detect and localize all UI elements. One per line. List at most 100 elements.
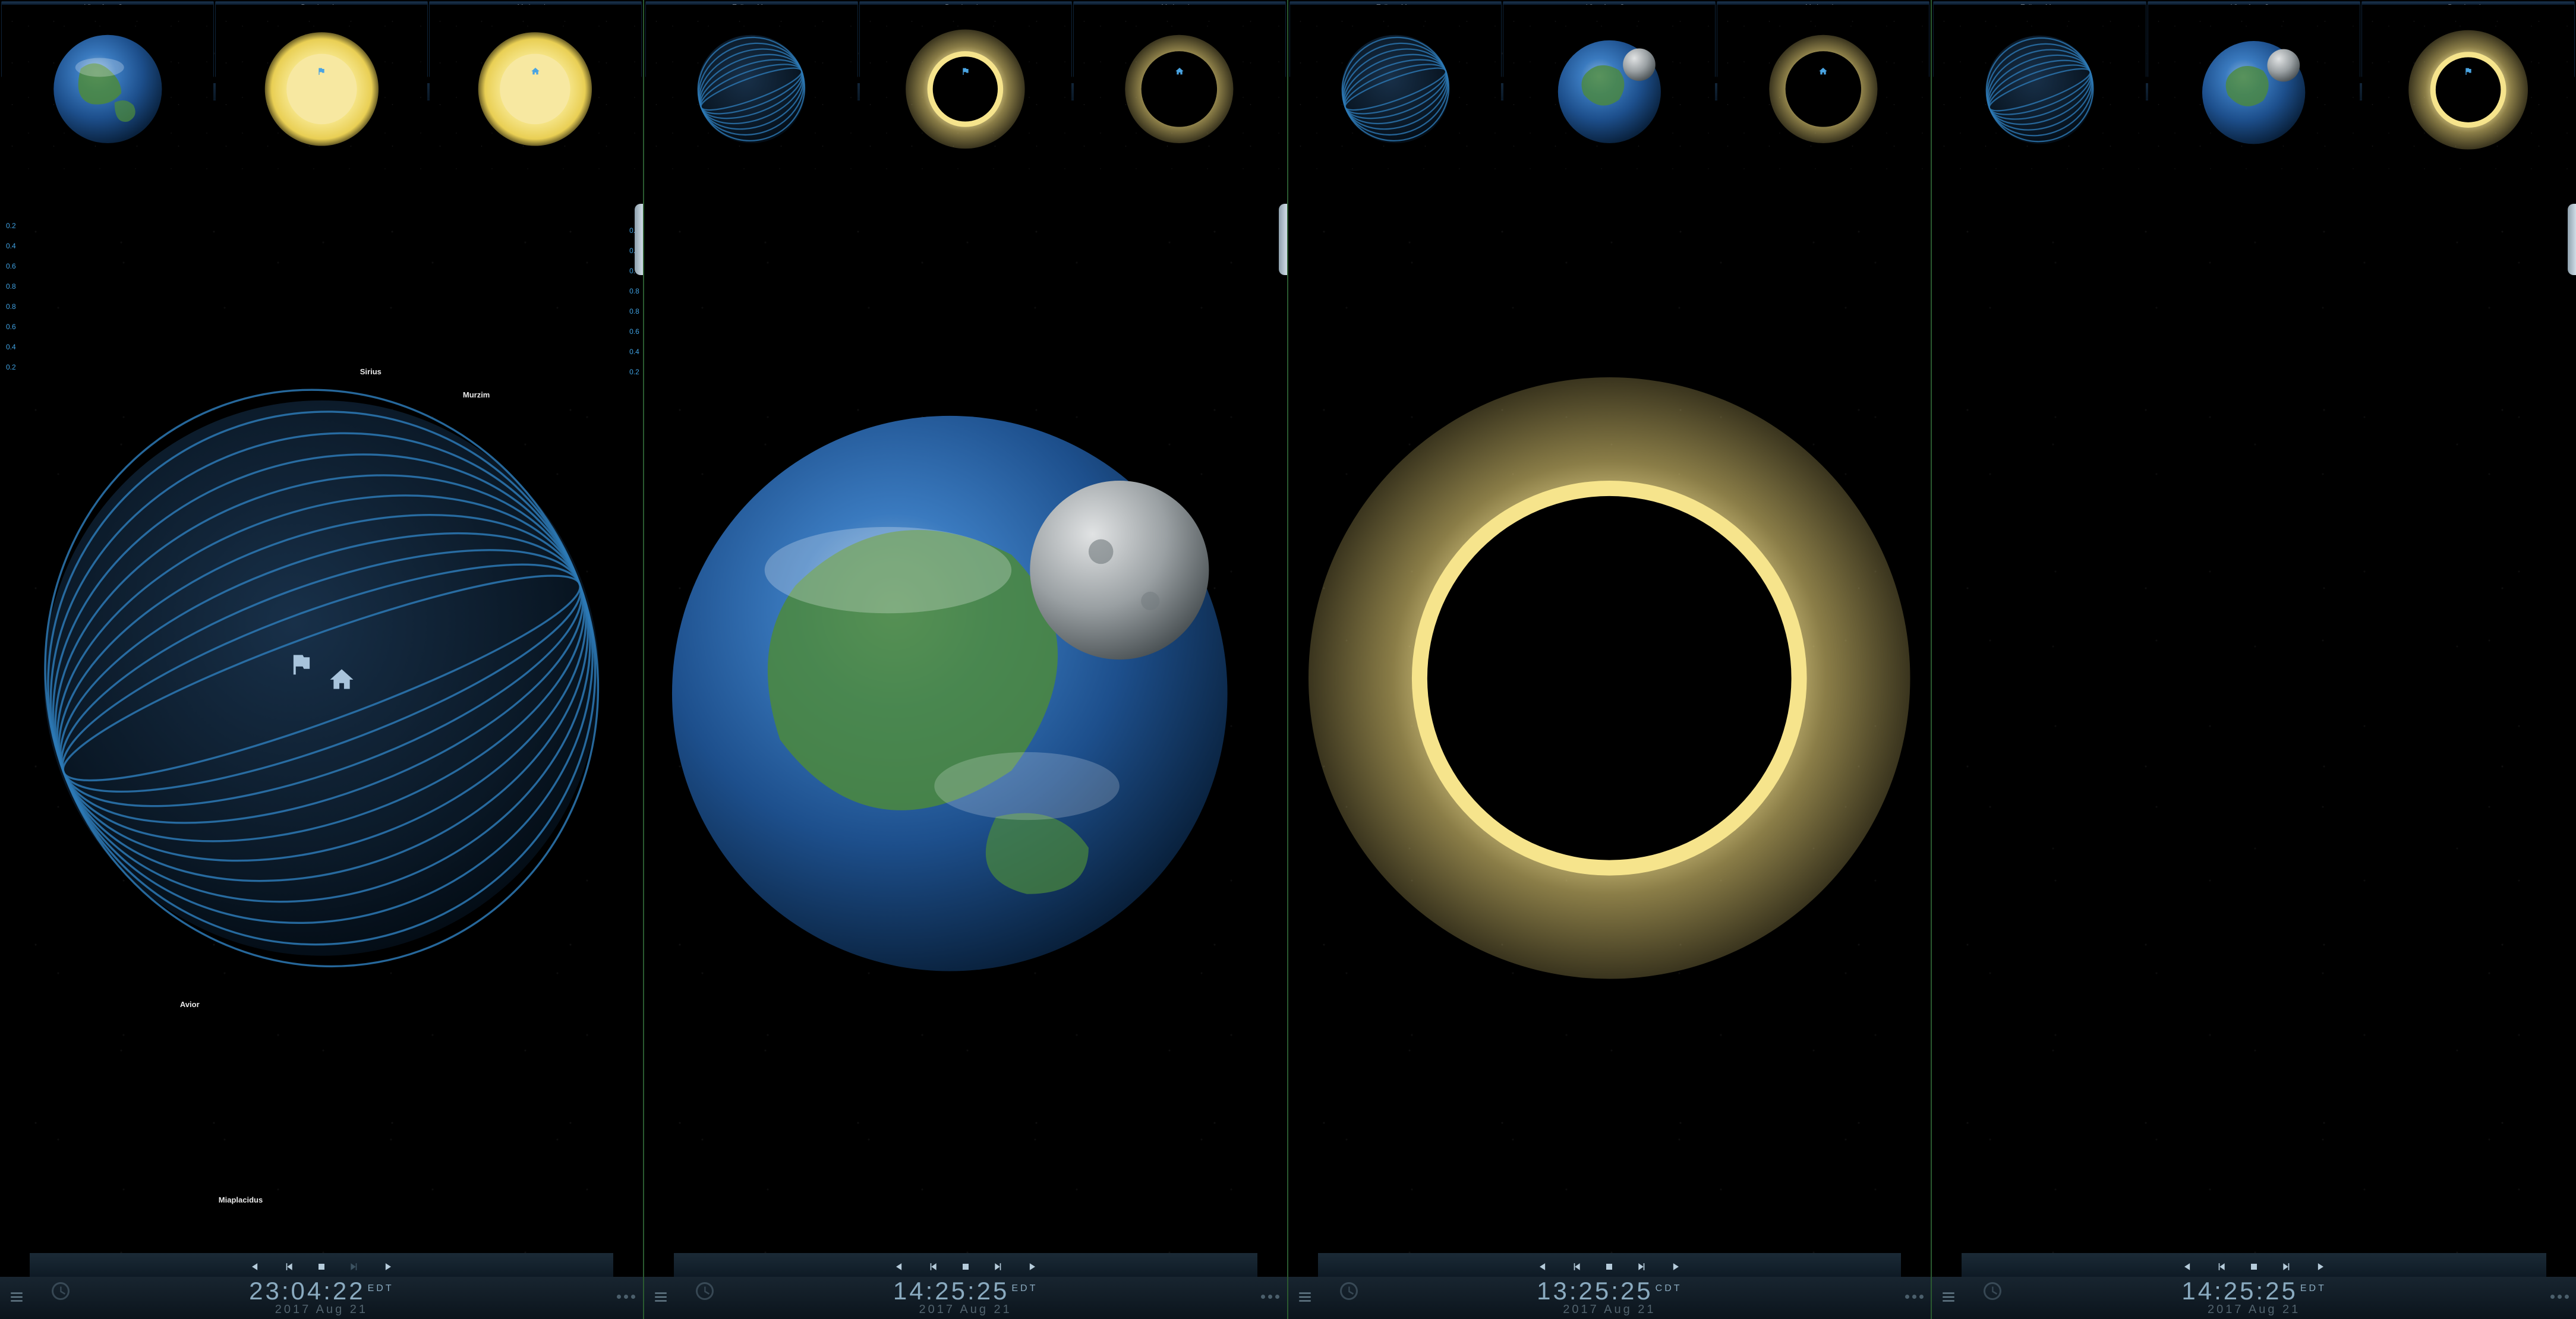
magnitude-label: 0.2: [629, 368, 639, 376]
time-display[interactable]: 14:25:25EDT: [1960, 1277, 2547, 1305]
step_back-button[interactable]: [279, 1258, 297, 1276]
more-button[interactable]: [614, 1295, 638, 1299]
timezone: EDT: [368, 1283, 394, 1293]
more-button[interactable]: [1259, 1295, 1282, 1299]
step_back-button[interactable]: [923, 1258, 941, 1276]
app-panel: Eclipse Map Best location My location: [644, 0, 1288, 1319]
step_fwd-button[interactable]: [1634, 1258, 1651, 1276]
time-value: 14:25:25: [893, 1277, 1010, 1305]
view-selector: Eclipse Map View from Sun Best location: [1932, 0, 2576, 78]
view-thumb[interactable]: Eclipse Map: [1933, 1, 2146, 77]
main-stage[interactable]: SiriusMurzimAviorMiaplacidus 0.20.40.60.…: [0, 103, 643, 1253]
view-selector: Eclipse Map Best location My location: [644, 0, 1287, 78]
magnitude-label: 0.4: [6, 242, 16, 250]
menu-button[interactable]: [5, 1289, 29, 1305]
view-thumb[interactable]: View from Sun: [1503, 1, 1716, 77]
clock-bar: 14:25:25EDT 2017 Aug 21: [1932, 1277, 2576, 1319]
stop-button[interactable]: [2245, 1258, 2263, 1276]
clock-bar: 14:25:25EDT 2017 Aug 21: [644, 1277, 1287, 1319]
time-display[interactable]: 13:25:25CDT: [1317, 1277, 1903, 1305]
stop-button[interactable]: [313, 1258, 330, 1276]
prev-button[interactable]: [246, 1258, 264, 1276]
time-display[interactable]: 23:04:22EDT: [29, 1277, 614, 1305]
magnitude-label: 0.4: [629, 348, 639, 356]
view-thumb[interactable]: Best location: [215, 1, 428, 77]
date-display[interactable]: 2017 Aug 21: [1317, 1303, 1903, 1317]
more-icon: [617, 1295, 635, 1299]
step_back-button[interactable]: [2212, 1258, 2230, 1276]
side-drawer-handle[interactable]: [635, 204, 643, 275]
view-thumb[interactable]: My location: [1073, 1, 1286, 77]
menu-button[interactable]: [1293, 1289, 1317, 1305]
side-drawer-handle[interactable]: [2568, 204, 2576, 275]
side-drawer-handle[interactable]: [1279, 204, 1287, 275]
more-button[interactable]: [2547, 1295, 2571, 1299]
next-button[interactable]: [1667, 1258, 1685, 1276]
next-button[interactable]: [379, 1258, 397, 1276]
magnitude-label: 0.8: [629, 307, 639, 315]
star-label: Sirius: [360, 367, 381, 376]
magnitude-label: 0.2: [6, 363, 16, 371]
view-thumb[interactable]: My location: [1717, 1, 1929, 77]
view-selector: View from Sun Best location My location: [0, 0, 643, 78]
time-value: 13:25:25: [1537, 1277, 1653, 1305]
star-label: Avior: [180, 1000, 200, 1009]
prev-button[interactable]: [1534, 1258, 1552, 1276]
step_back-button[interactable]: [1567, 1258, 1585, 1276]
view-thumb[interactable]: Best location: [2361, 1, 2575, 77]
main-stage[interactable]: [1932, 103, 2576, 1253]
home-icon: [430, 66, 641, 77]
step_fwd-button[interactable]: [2278, 1258, 2296, 1276]
magnitude-label: 0.6: [629, 327, 639, 336]
magnitude-label: 0.8: [6, 302, 16, 311]
timezone: EDT: [2300, 1283, 2326, 1293]
magnitude-label: 0.8: [6, 282, 16, 291]
clock-reset-icon[interactable]: [1338, 1280, 1360, 1305]
view-selector: Eclipse Map View from Sun My location: [1288, 0, 1931, 78]
date-display[interactable]: 2017 Aug 21: [1960, 1303, 2547, 1317]
playback-bar: [30, 1253, 613, 1277]
more-button[interactable]: [1902, 1295, 1926, 1299]
step_fwd-button[interactable]: [990, 1258, 1008, 1276]
view-thumb[interactable]: Best location: [859, 1, 1072, 77]
menu-button[interactable]: [649, 1289, 673, 1305]
star-label: Murzim: [463, 390, 490, 399]
time-value: 14:25:25: [2181, 1277, 2298, 1305]
app-panel: Eclipse Map View from Sun My location: [1288, 0, 1932, 1319]
app-panel: View from Sun Best location My location …: [0, 0, 644, 1319]
magnitude-label: 0.4: [6, 343, 16, 351]
magnitude-label: 0.6: [6, 323, 16, 331]
prev-button[interactable]: [890, 1258, 908, 1276]
clock-reset-icon[interactable]: [694, 1280, 715, 1305]
date-display[interactable]: 2017 Aug 21: [673, 1303, 1259, 1317]
clock-reset-icon[interactable]: [1982, 1280, 2003, 1305]
step_fwd-button: [346, 1258, 364, 1276]
clock-reset-icon[interactable]: [50, 1280, 71, 1305]
magnitude-label: 0.2: [6, 222, 16, 230]
main-stage[interactable]: [1288, 103, 1931, 1253]
home-icon: [1717, 66, 1929, 77]
main-stage[interactable]: [644, 103, 1287, 1253]
view-thumb[interactable]: My location: [429, 1, 642, 77]
more-icon: [1905, 1295, 1924, 1299]
view-thumb[interactable]: Eclipse Map: [1289, 1, 1502, 77]
stop-button[interactable]: [957, 1258, 975, 1276]
view-thumb[interactable]: View from Sun: [2148, 1, 2361, 77]
prev-button[interactable]: [2178, 1258, 2196, 1276]
more-icon: [1261, 1295, 1279, 1299]
stop-button[interactable]: [1600, 1258, 1618, 1276]
clock-bar: 13:25:25CDT 2017 Aug 21: [1288, 1277, 1931, 1319]
next-button[interactable]: [1023, 1258, 1041, 1276]
next-button[interactable]: [2312, 1258, 2329, 1276]
timezone: CDT: [1656, 1283, 1682, 1293]
playback-bar: [674, 1253, 1257, 1277]
app-panel: Eclipse Map View from Sun Best location: [1932, 0, 2576, 1319]
magnitude-label: 0.6: [6, 262, 16, 270]
view-thumb[interactable]: View from Sun: [1, 1, 214, 77]
view-thumb[interactable]: Eclipse Map: [645, 1, 858, 77]
time-value: 23:04:22: [249, 1277, 365, 1305]
home-icon: [1074, 66, 1285, 77]
menu-button[interactable]: [1937, 1289, 1960, 1305]
time-display[interactable]: 14:25:25EDT: [673, 1277, 1259, 1305]
date-display[interactable]: 2017 Aug 21: [29, 1303, 614, 1317]
